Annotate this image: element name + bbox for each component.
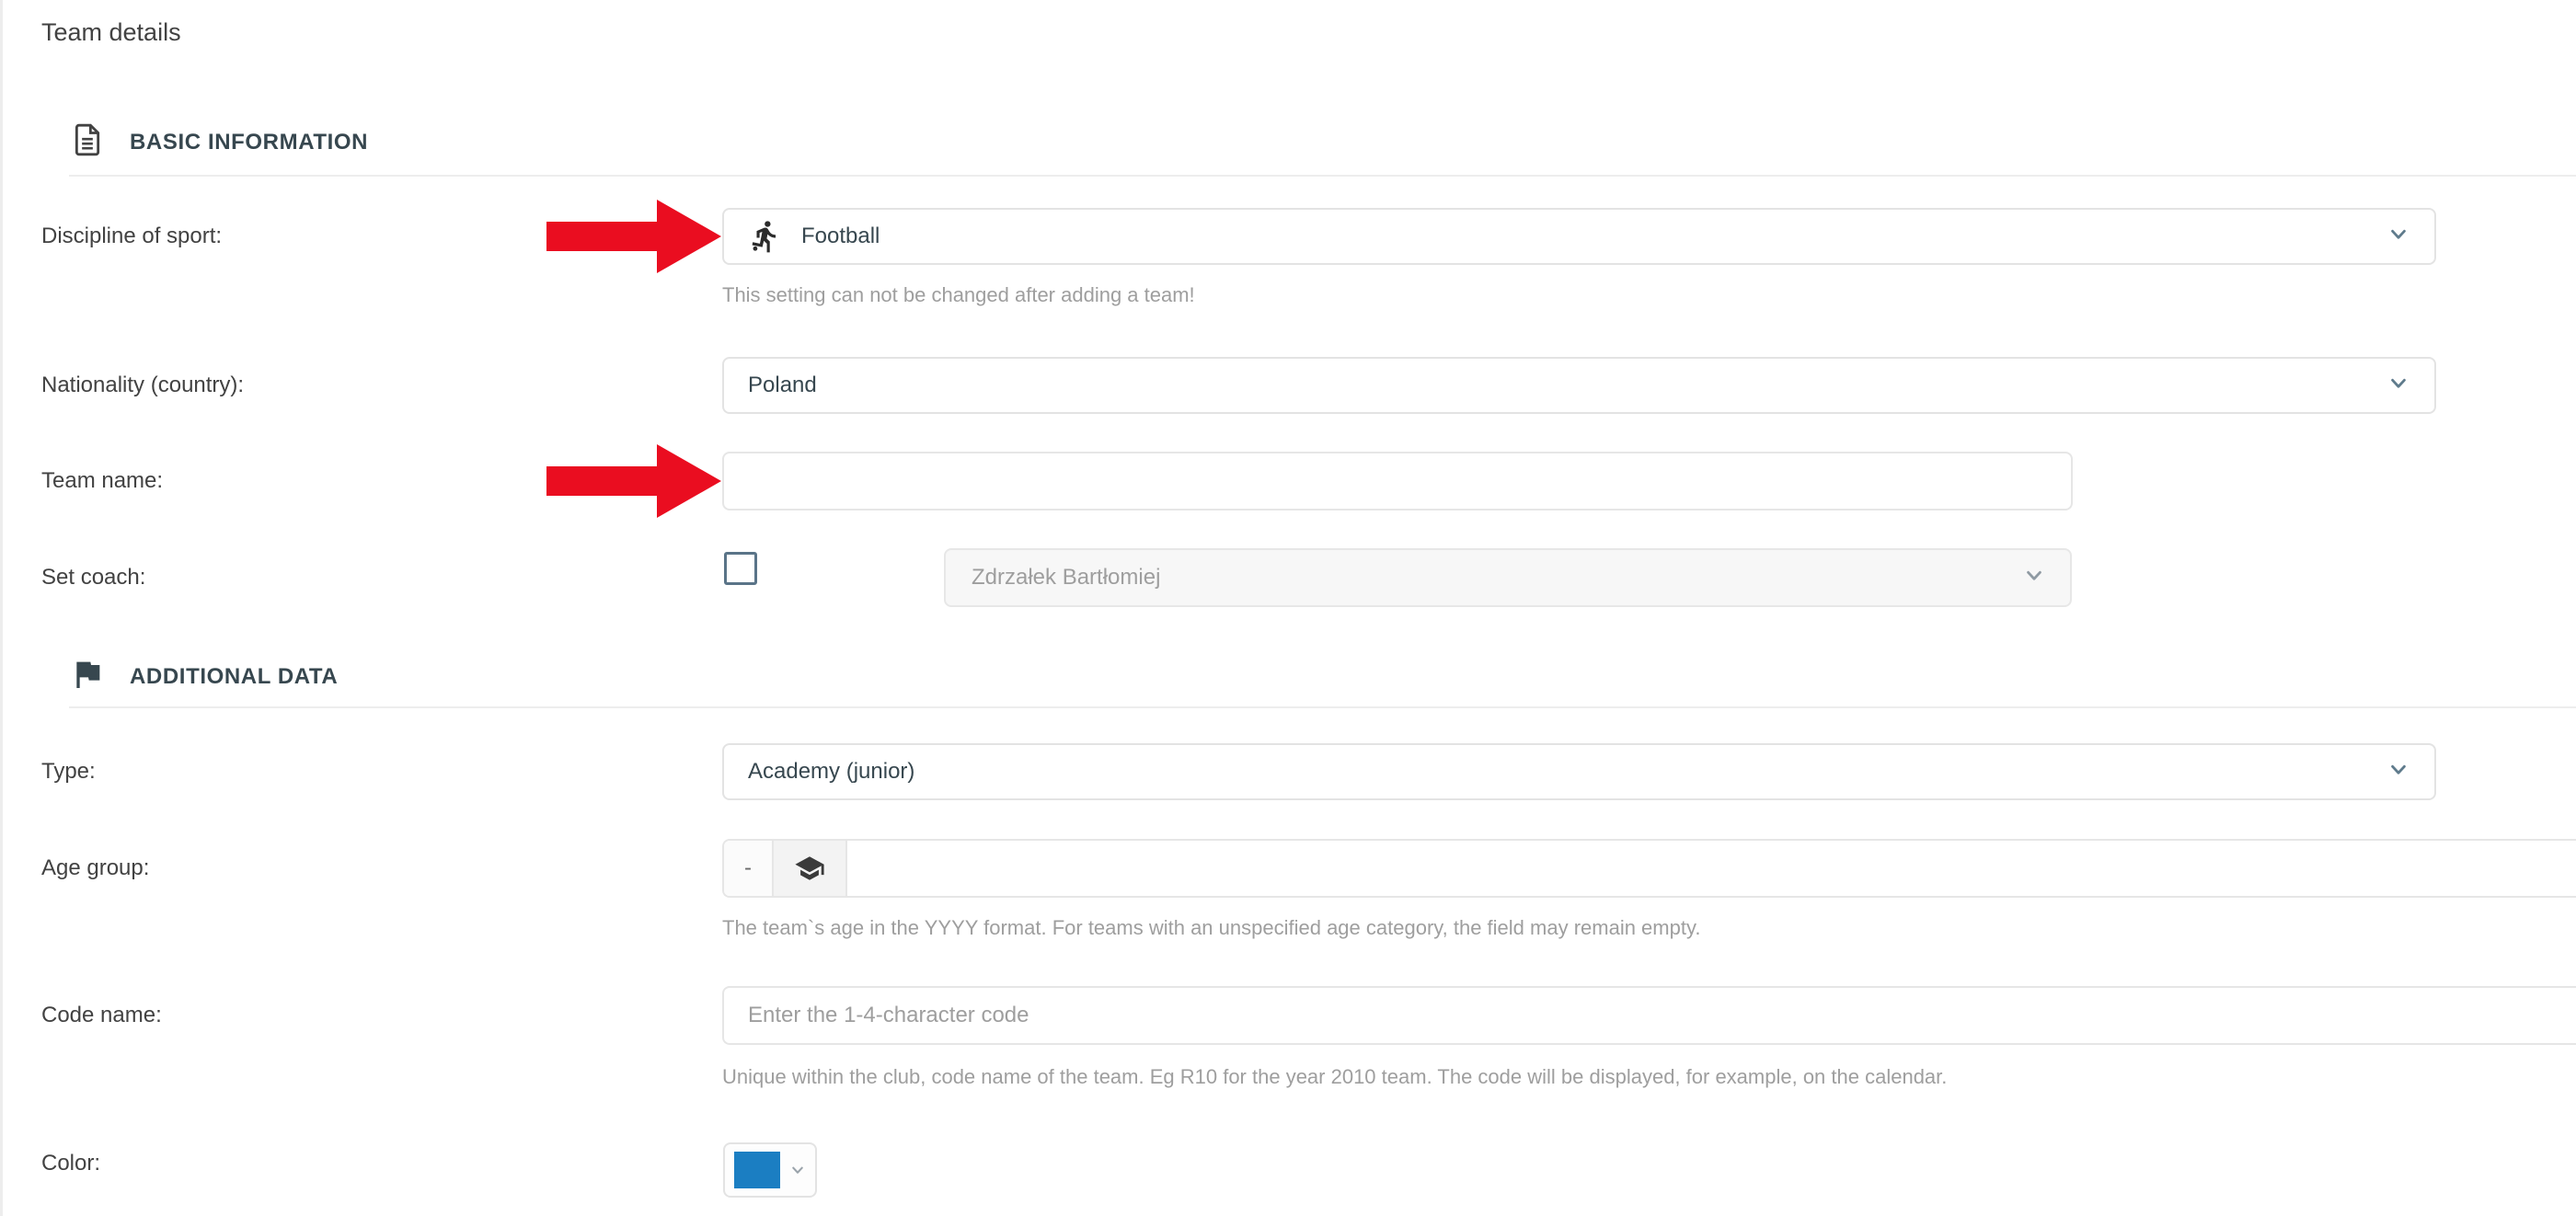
color-picker-button[interactable] xyxy=(723,1142,817,1198)
red-arrow-annotation xyxy=(546,444,721,518)
type-value: Academy (junior) xyxy=(748,759,914,785)
age-group-input[interactable] xyxy=(847,841,2576,896)
chevron-down-icon xyxy=(2385,370,2412,402)
age-group-label: Age group: xyxy=(41,855,149,881)
age-group-helper-text: The team`s age in the YYYY format. For t… xyxy=(722,916,1700,940)
divider xyxy=(69,175,2576,177)
type-label: Type: xyxy=(41,759,96,785)
chevron-down-icon xyxy=(2385,221,2412,253)
document-icon xyxy=(69,121,106,163)
code-name-helper-text: Unique within the club, code name of the… xyxy=(722,1065,1947,1089)
discipline-value: Football xyxy=(801,224,880,249)
team-name-input[interactable] xyxy=(722,452,2073,510)
color-label: Color: xyxy=(41,1151,100,1176)
divider xyxy=(69,706,2576,708)
discipline-label: Discipline of sport: xyxy=(41,224,222,249)
set-coach-label: Set coach: xyxy=(41,565,145,591)
page-title: Team details xyxy=(41,18,181,47)
discipline-select[interactable]: Football xyxy=(722,208,2436,265)
discipline-helper-text: This setting can not be changed after ad… xyxy=(722,283,1195,307)
age-group-field: - xyxy=(722,839,2576,898)
code-name-input[interactable] xyxy=(722,986,2576,1045)
flag-icon xyxy=(69,656,106,697)
coach-value: Zdrzałek Bartłomiej xyxy=(972,565,1160,591)
section-basic-information-title: BASIC INFORMATION xyxy=(130,130,368,155)
coach-select-disabled: Zdrzałek Bartłomiej xyxy=(944,548,2072,607)
color-swatch xyxy=(734,1152,780,1188)
graduation-cap-icon xyxy=(774,841,847,896)
nationality-value: Poland xyxy=(748,373,817,398)
section-additional-data: ADDITIONAL DATA xyxy=(69,656,338,697)
red-arrow-annotation xyxy=(546,200,721,273)
team-details-page: Team details BASIC INFORMATION Disciplin… xyxy=(0,0,2576,1216)
age-category-selector[interactable]: - xyxy=(724,841,774,896)
team-name-label: Team name: xyxy=(41,468,163,494)
football-player-icon xyxy=(748,219,783,254)
chevron-down-icon xyxy=(2385,756,2412,788)
section-additional-data-title: ADDITIONAL DATA xyxy=(130,664,338,690)
type-select[interactable]: Academy (junior) xyxy=(722,743,2436,800)
section-basic-information: BASIC INFORMATION xyxy=(69,121,368,163)
chevron-down-icon xyxy=(2020,562,2048,594)
set-coach-checkbox[interactable] xyxy=(724,552,757,585)
code-name-label: Code name: xyxy=(41,1003,162,1028)
nationality-select[interactable]: Poland xyxy=(722,357,2436,414)
nationality-label: Nationality (country): xyxy=(41,373,244,398)
chevron-down-icon xyxy=(788,1160,808,1180)
